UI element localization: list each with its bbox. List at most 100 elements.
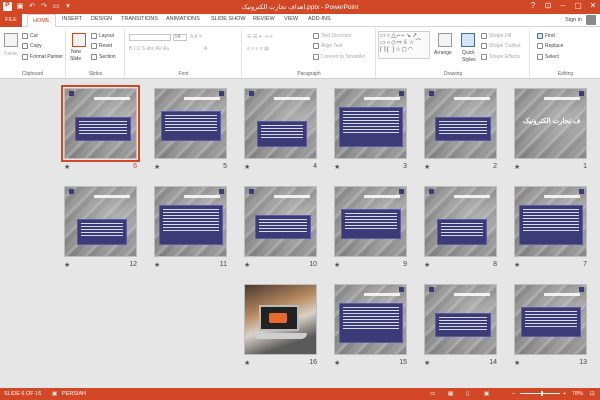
align-buttons[interactable]: ≡ ≡ ≡ ≡ ▤	[247, 46, 269, 52]
slide-transition-star-icon[interactable]: ★	[154, 163, 160, 171]
slide-thumbnail-13[interactable]	[514, 284, 587, 355]
tab-review[interactable]: REVIEW	[253, 16, 275, 22]
slide-thumbnail-11[interactable]	[154, 186, 227, 257]
slide-transition-star-icon[interactable]: ★	[334, 359, 340, 367]
fit-slide-icon[interactable]: ⊡	[590, 391, 595, 397]
slide-transition-star-icon[interactable]: ★	[424, 359, 430, 367]
slide-thumbnail-2[interactable]	[424, 88, 497, 159]
cut-button[interactable]: Cut	[22, 33, 38, 39]
ribbon-display-icon[interactable]: ⊡	[543, 1, 553, 11]
slide-transition-star-icon[interactable]: ★	[424, 261, 430, 269]
slide-sorter-view-icon[interactable]: ▦	[448, 391, 453, 397]
language-indicator[interactable]: PERSIAN	[62, 391, 86, 397]
font-color-button[interactable]: A	[204, 46, 207, 52]
shape-effects-button[interactable]: Shape Effects	[481, 54, 520, 60]
slide-thumbnail-15[interactable]	[334, 284, 407, 355]
zoom-slider[interactable]	[520, 393, 560, 394]
slide-transition-star-icon[interactable]: ★	[514, 163, 520, 171]
spell-check-icon[interactable]: ▣	[52, 391, 57, 397]
font-format-buttons[interactable]: B I U S abc AV Aa	[129, 46, 169, 52]
slide-transition-star-icon[interactable]: ★	[244, 359, 250, 367]
slide-thumbnail-5[interactable]	[154, 88, 227, 159]
slide-text-box	[161, 111, 221, 141]
select-button[interactable]: Select	[537, 54, 559, 60]
slide-transition-star-icon[interactable]: ★	[334, 163, 340, 171]
slide-thumbnail-14[interactable]	[424, 284, 497, 355]
slide-thumbnail-9[interactable]	[334, 186, 407, 257]
new-slide-button-label[interactable]: Slide	[70, 56, 81, 62]
help-icon[interactable]: ?	[528, 1, 538, 11]
slide-transition-star-icon[interactable]: ★	[334, 261, 340, 269]
slide-title: اهداف تجارت الکترونیک	[523, 118, 580, 125]
sign-in-link[interactable]: Sign in	[565, 17, 582, 23]
font-size-buttons[interactable]: A A ✎	[190, 34, 203, 40]
shapes-gallery[interactable]: ▭○△⌐⌐↘↗ ▭○◇⇨⇩☆⌒ ⌈⌉{ }☆◻◠	[378, 31, 430, 59]
slide-thumbnail-6[interactable]	[61, 85, 140, 162]
quick-styles-icon[interactable]	[461, 33, 475, 47]
slide-thumbnail-16[interactable]	[244, 284, 317, 355]
layout-button[interactable]: Layout	[91, 33, 114, 39]
layout-icon	[91, 33, 97, 39]
slide-thumbnail-12[interactable]	[64, 186, 137, 257]
convert-smartart-button[interactable]: Convert to SmartArt	[313, 54, 365, 60]
slide-thumbnail-10[interactable]	[244, 186, 317, 257]
slide-thumbnail-3[interactable]	[334, 88, 407, 159]
reset-button[interactable]: Reset	[91, 43, 112, 49]
slide-transition-star-icon[interactable]: ★	[64, 163, 70, 171]
tab-view[interactable]: VIEW	[284, 16, 298, 22]
tab-home[interactable]: HOME	[27, 14, 56, 28]
tab-insert[interactable]: INSERT	[62, 16, 82, 22]
slide-transition-star-icon[interactable]: ★	[244, 163, 250, 171]
minimize-button[interactable]: –	[558, 1, 568, 11]
align-text-button[interactable]: Align Text	[313, 43, 343, 49]
slide-thumbnail-1[interactable]: اهداف تجارت الکترونیک	[514, 88, 587, 159]
new-slide-icon[interactable]	[72, 33, 86, 47]
slide-corner-mark	[219, 91, 224, 96]
tab-design[interactable]: DESIGN	[91, 16, 112, 22]
format-painter-button[interactable]: Format Painter	[22, 54, 63, 60]
slide-transition-star-icon[interactable]: ★	[154, 261, 160, 269]
font-size-field[interactable]: 54	[173, 34, 187, 41]
slide-thumbnail-4[interactable]	[244, 88, 317, 159]
normal-view-icon[interactable]: ▭	[430, 391, 435, 397]
font-name-field[interactable]	[129, 34, 171, 41]
zoom-in-button[interactable]: +	[563, 391, 566, 397]
slide-transition-star-icon[interactable]: ★	[514, 359, 520, 367]
slide-transition-star-icon[interactable]: ★	[514, 261, 520, 269]
reading-view-icon[interactable]: ▯	[466, 391, 469, 397]
replace-button[interactable]: Replace	[537, 43, 563, 49]
text-direction-button[interactable]: Text Direction	[313, 33, 351, 39]
list-buttons[interactable]: ☰ ☰ ⇤ ⇥ ≡	[247, 34, 273, 40]
quick-styles-button-label[interactable]: Styles	[462, 57, 476, 63]
section-button[interactable]: Section	[91, 54, 116, 60]
slide-title-text	[454, 195, 490, 198]
slide-transition-star-icon[interactable]: ★	[244, 261, 250, 269]
arrange-button[interactable]: Arrange	[434, 50, 452, 56]
zoom-out-button[interactable]: –	[512, 391, 515, 397]
avatar[interactable]	[586, 15, 596, 25]
slide-thumbnail-7[interactable]	[514, 186, 587, 257]
slide-thumbnail-8[interactable]	[424, 186, 497, 257]
maximize-button[interactable]: ▢	[573, 1, 583, 11]
slide-transition-star-icon[interactable]: ★	[64, 261, 70, 269]
shape-outline-button[interactable]: Shape Outline	[481, 43, 521, 49]
paste-button[interactable]: Paste	[4, 51, 17, 57]
tab-add-ins[interactable]: ADD-INS	[308, 16, 331, 22]
zoom-level[interactable]: 78%	[572, 391, 583, 397]
quick-styles-button[interactable]: Quick	[462, 50, 475, 56]
tab-slide-show[interactable]: SLIDE SHOW	[211, 16, 246, 22]
slide-number-13: 13	[579, 359, 587, 366]
slideshow-view-icon[interactable]: ▣	[484, 391, 489, 397]
zoom-slider-knob[interactable]	[541, 391, 543, 396]
tab-transitions[interactable]: TRANSITIONS	[121, 16, 158, 22]
arrange-icon[interactable]	[438, 33, 452, 47]
copy-button[interactable]: Copy	[22, 43, 42, 49]
paste-icon[interactable]	[4, 33, 18, 47]
tab-animations[interactable]: ANIMATIONS	[166, 16, 200, 22]
tab-file[interactable]: FILE	[0, 14, 22, 27]
shape-fill-button[interactable]: Shape Fill	[481, 33, 511, 39]
find-button[interactable]: Find	[537, 33, 555, 39]
slide-transition-star-icon[interactable]: ★	[424, 163, 430, 171]
new-slide-button[interactable]: New	[71, 49, 81, 55]
close-button[interactable]: ✕	[588, 1, 598, 11]
